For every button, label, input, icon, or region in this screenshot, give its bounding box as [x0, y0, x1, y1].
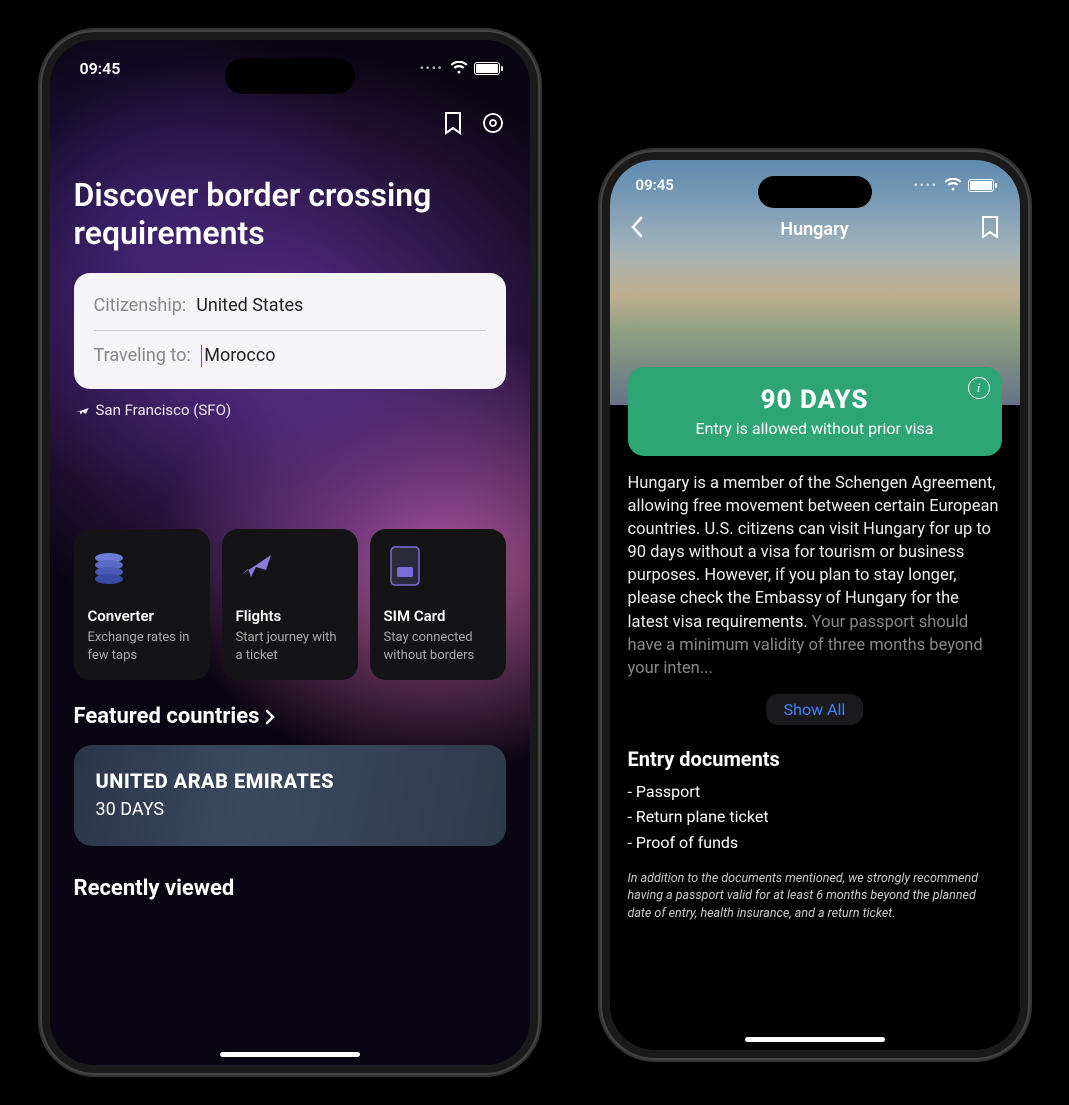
bookmark-icon[interactable]	[440, 110, 466, 136]
page-title: Hungary	[780, 219, 848, 240]
citizenship-value: United States	[196, 295, 303, 316]
home-indicator[interactable]	[745, 1037, 885, 1042]
tool-title: SIM Card	[384, 607, 492, 625]
list-item: - Proof of funds	[628, 830, 1002, 856]
home-indicator[interactable]	[220, 1052, 360, 1057]
battery-icon	[474, 62, 500, 75]
notch	[758, 176, 872, 208]
sim-icon	[384, 545, 426, 587]
cellular-icon: ••••	[420, 62, 444, 75]
search-card: Citizenship: United States Traveling to:…	[74, 273, 506, 389]
coins-icon	[88, 545, 130, 587]
status-time: 09:45	[636, 176, 674, 194]
phone-mockup-home: 09:45 •••• Discover border crossing requ…	[40, 30, 540, 1075]
phone-mockup-detail: 09:45 •••• Hungary	[600, 150, 1030, 1060]
visa-status-card: i 90 DAYS Entry is allowed without prior…	[628, 367, 1002, 456]
section-header-label: Recently viewed	[74, 876, 235, 901]
country-name: UNITED ARAB EMIRATES	[96, 769, 484, 793]
featured-country-card[interactable]: UNITED ARAB EMIRATES 30 DAYS	[74, 745, 506, 846]
notch	[225, 58, 355, 94]
destination-label: Traveling to:	[94, 345, 191, 366]
featured-countries-header[interactable]: Featured countries	[74, 704, 506, 729]
tool-card-sim[interactable]: SIM Card Stay connected without borders	[370, 529, 506, 680]
divider	[94, 330, 486, 331]
tool-desc: Stay connected without borders	[384, 629, 492, 664]
wifi-icon	[944, 178, 962, 192]
tool-title: Converter	[88, 607, 196, 625]
text-cursor	[201, 345, 203, 367]
section-header-label: Featured countries	[74, 704, 260, 729]
visa-days: 90 DAYS	[646, 385, 984, 415]
destination-field[interactable]: Traveling to: Morocco	[94, 341, 486, 371]
departure-airport[interactable]: San Francisco (SFO)	[74, 401, 506, 419]
list-item: - Return plane ticket	[628, 804, 1002, 830]
bookmark-icon[interactable]	[969, 216, 999, 242]
status-time: 09:45	[80, 59, 121, 78]
visa-message: Entry is allowed without prior visa	[646, 419, 984, 438]
back-button[interactable]	[630, 216, 660, 242]
citizenship-field[interactable]: Citizenship: United States	[94, 291, 486, 320]
destination-value: Morocco	[204, 345, 275, 366]
page-title: Discover border crossing requirements	[74, 176, 506, 253]
list-item: - Passport	[628, 779, 1002, 805]
gear-icon[interactable]	[480, 110, 506, 136]
entry-documents-list: - Passport - Return plane ticket - Proof…	[628, 779, 1002, 856]
tool-card-flights[interactable]: Flights Start journey with a ticket	[222, 529, 358, 680]
tool-desc: Start journey with a ticket	[236, 629, 344, 664]
country-days: 30 DAYS	[96, 799, 484, 820]
entry-documents-header: Entry documents	[628, 747, 1002, 771]
wifi-icon	[450, 61, 468, 75]
recently-viewed-header[interactable]: Recently viewed	[74, 876, 506, 901]
citizenship-label: Citizenship:	[94, 295, 187, 316]
tool-desc: Exchange rates in few taps	[88, 629, 196, 664]
cellular-icon: ••••	[914, 179, 938, 192]
tool-card-converter[interactable]: Converter Exchange rates in few taps	[74, 529, 210, 680]
info-icon[interactable]: i	[968, 377, 990, 399]
country-description: Hungary is a member of the Schengen Agre…	[628, 472, 1002, 680]
plane-icon	[74, 402, 90, 418]
plane-icon	[236, 545, 278, 587]
chevron-right-icon	[263, 708, 277, 726]
documents-note: In addition to the documents mentioned, …	[628, 870, 1002, 923]
show-all-button[interactable]: Show All	[766, 694, 864, 725]
tool-title: Flights	[236, 607, 344, 625]
battery-icon	[968, 179, 994, 192]
departure-text: San Francisco (SFO)	[96, 401, 232, 419]
